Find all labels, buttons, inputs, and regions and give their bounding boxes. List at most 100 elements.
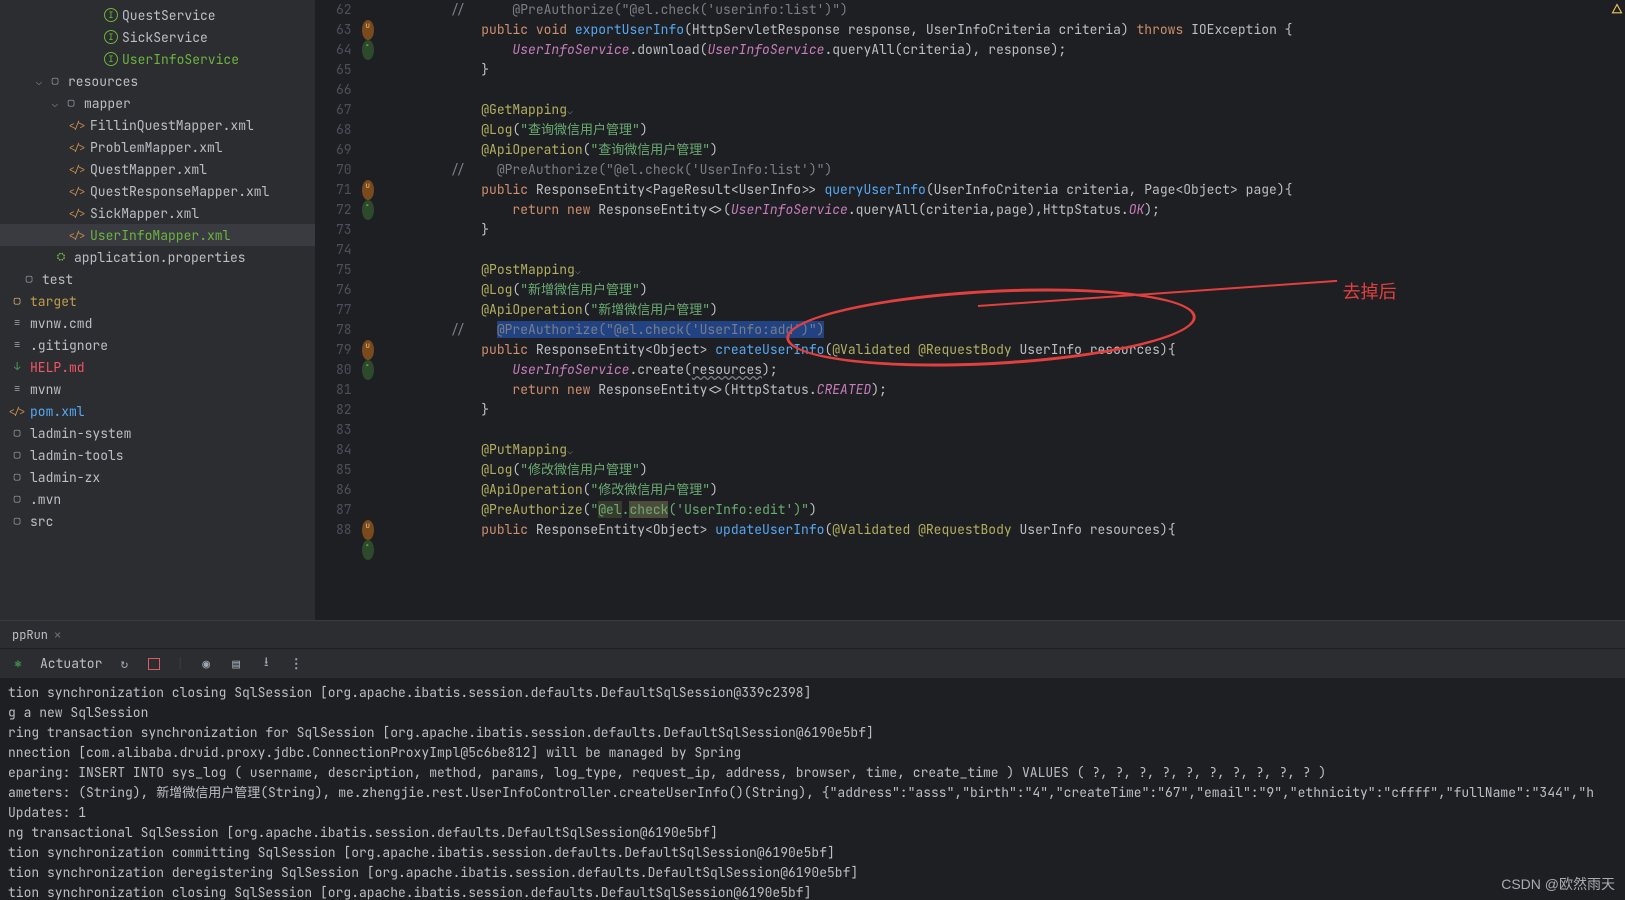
tree-item[interactable]: ≡mvnw.cmd (0, 312, 315, 334)
run-gutter-icon[interactable]: u▸ (362, 180, 388, 200)
code-line[interactable]: // @PreAuthorize("@el.check('UserInfo:li… (388, 160, 1625, 180)
camera-icon[interactable]: ◉ (198, 656, 214, 672)
tree-item-label: ladmin-tools (30, 447, 124, 464)
tree-item[interactable]: QuestResponseMapper.xml (0, 180, 315, 202)
tree-item[interactable]: pom.xml (0, 400, 315, 422)
tree-item[interactable]: ▢ladmin-system (0, 422, 315, 444)
code-line[interactable]: public void exportUserInfo(HttpServletRe… (388, 20, 1625, 40)
chevron-icon[interactable]: ⌄ (32, 75, 46, 88)
tree-item[interactable]: ≡mvnw (0, 378, 315, 400)
console-line: tion synchronization deregistering SqlSe… (8, 863, 1617, 883)
code-line[interactable]: @ApiOperation("修改微信用户管理") (388, 480, 1625, 500)
actuator-label: Actuator (40, 655, 102, 672)
console-line: tion synchronization closing SqlSession … (8, 683, 1617, 703)
code-line[interactable]: } (388, 220, 1625, 240)
tree-item-label: UserInfoMapper.xml (90, 227, 230, 244)
actuator-button[interactable]: ⎈ (10, 656, 26, 672)
code-line[interactable]: @ApiOperation("查询微信用户管理") (388, 140, 1625, 160)
code-line[interactable]: @PostMapping⌵ (388, 260, 1625, 280)
code-line[interactable]: @GetMapping⌵ (388, 100, 1625, 120)
xml-icon (68, 182, 86, 200)
code-line[interactable]: @ApiOperation("新增微信用户管理") (388, 300, 1625, 320)
tree-item[interactable]: ↓HELP.md (0, 356, 315, 378)
run-gutter-icon[interactable]: u▸ (362, 520, 388, 540)
warning-indicator[interactable] (1611, 2, 1623, 14)
console-line: nnection [com.alibaba.druid.proxy.jdbc.C… (8, 743, 1617, 763)
run-toolbar: ⎈ Actuator ↻ | ◉ ▤ ⭳ ⋮ (0, 649, 1625, 679)
export-icon[interactable]: ⭳ (258, 656, 274, 672)
more-icon[interactable]: ⋮ (288, 656, 304, 672)
folder-icon: ▢ (8, 424, 26, 442)
tree-item[interactable]: ▢target (0, 290, 315, 312)
run-tab[interactable]: ppRun ✕ (4, 623, 69, 647)
console-output[interactable]: tion synchronization closing SqlSession … (0, 679, 1625, 900)
print-icon[interactable]: ▤ (228, 656, 244, 672)
chevron-icon[interactable]: ⌄ (48, 97, 62, 110)
code-area[interactable]: 去掉后 // @PreAuthorize("@el.check('userinf… (388, 0, 1625, 620)
code-line[interactable]: } (388, 60, 1625, 80)
xml-icon (68, 116, 86, 134)
code-line[interactable]: @PreAuthorize("@el.check('UserInfo:edit'… (388, 500, 1625, 520)
tree-item[interactable]: ⛭application.properties (0, 246, 315, 268)
interface-icon: I (104, 30, 118, 44)
run-gutter-icon[interactable]: u▸ (362, 340, 388, 360)
tree-item[interactable]: FillinQuestMapper.xml (0, 114, 315, 136)
tree-item[interactable]: ⌄▢mapper (0, 92, 315, 114)
tree-item[interactable]: UserInfoMapper.xml (0, 224, 315, 246)
interface-icon: I (104, 52, 118, 66)
xml-icon (68, 160, 86, 178)
tree-item[interactable]: QuestMapper.xml (0, 158, 315, 180)
code-line[interactable]: @Log("修改微信用户管理") (388, 460, 1625, 480)
code-line[interactable]: @Log("查询微信用户管理") (388, 120, 1625, 140)
code-line[interactable]: @Log("新增微信用户管理") (388, 280, 1625, 300)
target-icon: ▢ (8, 292, 26, 310)
tree-item-label: src (30, 513, 53, 530)
tree-item[interactable]: ▢ladmin-zx (0, 466, 315, 488)
tree-item[interactable]: ≡.gitignore (0, 334, 315, 356)
code-editor[interactable]: 6263646566676869707172737475767778798081… (316, 0, 1625, 620)
code-line[interactable]: UserInfoService.create(resources); (388, 360, 1625, 380)
tree-item[interactable]: ISickService (0, 26, 315, 48)
tree-item[interactable]: ▢ladmin-tools (0, 444, 315, 466)
interface-icon: I (104, 8, 118, 22)
code-line[interactable]: public ResponseEntity<Object> updateUser… (388, 520, 1625, 540)
tree-item-label: QuestResponseMapper.xml (90, 183, 269, 200)
rerun-button[interactable]: ↻ (116, 656, 132, 672)
tree-item-label: mvnw.cmd (30, 315, 92, 332)
tree-item[interactable]: ▢.mvn (0, 488, 315, 510)
tree-item-label: mvnw (30, 381, 61, 398)
code-line[interactable]: // @PreAuthorize("@el.check('UserInfo:ad… (388, 320, 1625, 340)
tree-item[interactable]: I UserInfoService (0, 48, 315, 70)
tree-item-label: ladmin-zx (30, 469, 100, 486)
line-numbers: 6263646566676869707172737475767778798081… (316, 0, 362, 620)
tree-item[interactable]: IQuestService (0, 4, 315, 26)
tree-item-label: UserInfoService (122, 51, 239, 68)
markdown-icon: ↓ (8, 358, 26, 376)
code-line[interactable] (388, 240, 1625, 260)
tree-item-label: pom.xml (30, 403, 85, 420)
tree-item-label: target (30, 293, 77, 310)
project-tree[interactable]: IQuestServiceISickServiceIUserInfoServic… (0, 0, 316, 620)
tree-item-label: mapper (84, 95, 131, 112)
tree-item-label: application.properties (74, 249, 246, 266)
tree-item[interactable]: ▢src (0, 510, 315, 532)
code-line[interactable] (388, 420, 1625, 440)
code-line[interactable]: // @PreAuthorize("@el.check('userinfo:li… (388, 0, 1625, 20)
code-line[interactable]: } (388, 400, 1625, 420)
tree-item[interactable]: ⌄▢resources (0, 70, 315, 92)
stop-button[interactable] (146, 656, 162, 672)
code-line[interactable]: @PutMapping⌵ (388, 440, 1625, 460)
code-line[interactable] (388, 80, 1625, 100)
code-line[interactable]: return new ResponseEntity<>(HttpStatus.C… (388, 380, 1625, 400)
close-icon[interactable]: ✕ (54, 627, 61, 643)
code-line[interactable]: UserInfoService.download(UserInfoService… (388, 40, 1625, 60)
tree-item-label: ladmin-system (30, 425, 131, 442)
code-line[interactable]: public ResponseEntity<PageResult<UserInf… (388, 180, 1625, 200)
tree-item[interactable]: SickMapper.xml (0, 202, 315, 224)
code-line[interactable]: return new ResponseEntity<>(UserInfoServ… (388, 200, 1625, 220)
tree-item[interactable]: ProblemMapper.xml (0, 136, 315, 158)
tree-item[interactable]: ▢test (0, 268, 315, 290)
run-gutter-icon[interactable]: u▸ (362, 20, 388, 40)
code-line[interactable]: public ResponseEntity<Object> createUser… (388, 340, 1625, 360)
console-line: ameters: (String), 新增微信用户管理(String), me.… (8, 783, 1617, 803)
